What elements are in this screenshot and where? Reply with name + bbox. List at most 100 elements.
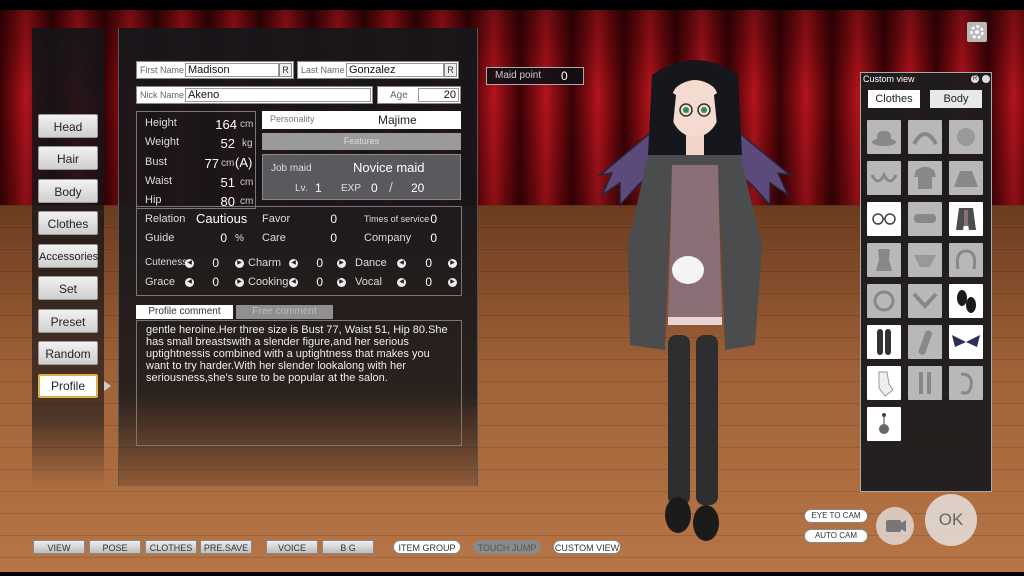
skill-dance-decrease-icon[interactable]: ◀ bbox=[397, 259, 406, 268]
skill-grace-decrease-icon[interactable]: ◀ bbox=[185, 278, 194, 287]
nav-body-button[interactable]: Body bbox=[38, 179, 98, 203]
maid-character-model[interactable] bbox=[590, 45, 800, 555]
nav-set-button[interactable]: Set bbox=[38, 276, 98, 300]
nav-clothes-button[interactable]: Clothes bbox=[38, 211, 98, 235]
skill-charm-decrease-icon[interactable]: ◀ bbox=[289, 259, 298, 268]
profile-comment-text: gentle heroine.Her three size is Bust 77… bbox=[136, 320, 462, 446]
pose-button[interactable]: POSE bbox=[89, 540, 141, 554]
hip-stat: Hip 80 cm bbox=[145, 194, 253, 209]
bg-button[interactable]: B G bbox=[322, 540, 374, 554]
nav-random-button[interactable]: Random bbox=[38, 341, 98, 365]
slot-collar[interactable] bbox=[908, 284, 942, 318]
slot-tights[interactable] bbox=[867, 325, 901, 359]
slot-gloves[interactable] bbox=[867, 366, 901, 400]
slot-glasses[interactable] bbox=[867, 202, 901, 236]
first-name-random-button[interactable]: R bbox=[279, 63, 292, 77]
touch-jump-button[interactable]: TOUCH JUMP bbox=[473, 540, 541, 554]
care-label: Care bbox=[262, 232, 286, 244]
skill-cooking-increase-icon[interactable]: ▶ bbox=[337, 278, 346, 287]
relation-label: Relation bbox=[145, 213, 186, 225]
skill-vocal-decrease-icon[interactable]: ◀ bbox=[397, 278, 406, 287]
skill-charm-value: 0 bbox=[316, 256, 323, 270]
clothes-toolbar-button[interactable]: CLOTHES bbox=[145, 540, 197, 554]
tab-body[interactable]: Body bbox=[930, 90, 982, 108]
eye-to-cam-button[interactable]: EYE TO CAM bbox=[804, 509, 868, 523]
nav-head-button[interactable]: Head bbox=[38, 114, 98, 138]
exp-value: 0 bbox=[371, 181, 378, 195]
bust-stat: Bust 77 cm (A) bbox=[145, 155, 252, 171]
weight-stat: Weight 52 kg bbox=[145, 136, 253, 151]
nick-name-input[interactable] bbox=[185, 88, 371, 102]
slot-eye-mask[interactable] bbox=[908, 202, 942, 236]
active-nav-arrow-icon bbox=[104, 381, 111, 391]
skill-vocal-increase-icon[interactable]: ▶ bbox=[448, 278, 457, 287]
age-input[interactable] bbox=[418, 88, 459, 102]
skill-charm-increase-icon[interactable]: ▶ bbox=[337, 259, 346, 268]
skill-cooking-decrease-icon[interactable]: ◀ bbox=[289, 278, 298, 287]
ok-button[interactable]: OK bbox=[925, 494, 977, 546]
voice-button[interactable]: VOICE bbox=[266, 540, 318, 554]
settings-gear-icon[interactable] bbox=[967, 22, 987, 42]
slot-shoes[interactable] bbox=[949, 284, 983, 318]
nav-accessories-button[interactable]: Accessories bbox=[38, 244, 98, 268]
job-maid-value: Novice maid bbox=[353, 160, 425, 175]
slot-swimsuit[interactable] bbox=[867, 243, 901, 277]
features-button[interactable]: Features bbox=[262, 133, 461, 150]
skill-dance-increase-icon[interactable]: ▶ bbox=[448, 259, 457, 268]
tab-clothes[interactable]: Clothes bbox=[868, 90, 920, 108]
slot-headband[interactable] bbox=[908, 120, 942, 154]
glasses-icon bbox=[872, 213, 896, 225]
age-label: Age bbox=[390, 90, 408, 101]
company-value: 0 bbox=[430, 231, 437, 245]
arm-accessory-icon bbox=[918, 330, 933, 355]
shoes-icon bbox=[957, 290, 976, 313]
presave-button[interactable]: PRE.SAVE bbox=[200, 540, 252, 554]
slot-arm-accessory[interactable] bbox=[908, 325, 942, 359]
category-nav-panel: Head Hair Body Clothes Accessories Set P… bbox=[32, 28, 104, 486]
screenshot-camera-button[interactable] bbox=[876, 507, 914, 545]
auto-cam-button[interactable]: AUTO CAM bbox=[804, 529, 868, 543]
last-name-random-button[interactable]: R bbox=[444, 63, 457, 77]
profile-panel: First Name R Last Name R Nick Name Age H… bbox=[118, 28, 478, 486]
nav-profile-button[interactable]: Profile bbox=[38, 374, 98, 398]
skill-cuteness-decrease-icon[interactable]: ◀ bbox=[185, 259, 194, 268]
skill-cuteness-value: 0 bbox=[212, 256, 219, 270]
nick-name-label: Nick Name bbox=[140, 90, 185, 100]
hip-label: Hip bbox=[145, 194, 162, 206]
last-name-input[interactable] bbox=[346, 63, 444, 77]
slot-belt[interactable] bbox=[908, 366, 942, 400]
slot-necklace[interactable] bbox=[867, 284, 901, 318]
personality-value: Majime bbox=[378, 113, 417, 127]
company-label: Company bbox=[364, 232, 412, 244]
slot-ears[interactable] bbox=[949, 243, 983, 277]
personality-selector[interactable]: Personality Majime bbox=[262, 111, 461, 129]
slot-hair-accessory[interactable] bbox=[949, 120, 983, 154]
slot-earring[interactable] bbox=[867, 407, 901, 441]
custom-view-close-icon[interactable] bbox=[982, 75, 990, 83]
slot-wings[interactable] bbox=[949, 325, 983, 359]
custom-view-reset-icon[interactable]: R bbox=[971, 75, 979, 83]
custom-view-button[interactable]: CUSTOM VIEW bbox=[553, 540, 621, 554]
slot-skirt[interactable] bbox=[949, 161, 983, 195]
waist-unit: cm bbox=[240, 177, 254, 188]
job-maid-label: Job maid bbox=[271, 163, 312, 174]
slot-tail[interactable] bbox=[949, 366, 983, 400]
slot-coat[interactable] bbox=[949, 202, 983, 236]
skill-cooking-value: 0 bbox=[316, 275, 323, 289]
skill-grace-increase-icon[interactable]: ▶ bbox=[235, 278, 244, 287]
view-button[interactable]: VIEW bbox=[33, 540, 85, 554]
slot-bra[interactable] bbox=[867, 161, 901, 195]
nav-preset-button[interactable]: Preset bbox=[38, 309, 98, 333]
slot-underwear[interactable] bbox=[908, 243, 942, 277]
tab-free-comment[interactable]: Free comment bbox=[236, 305, 333, 319]
skirt-icon bbox=[954, 171, 978, 187]
item-group-button[interactable]: ITEM GROUP bbox=[393, 540, 461, 554]
custom-view-title: Custom view bbox=[863, 74, 915, 84]
skill-cuteness-increase-icon[interactable]: ▶ bbox=[235, 259, 244, 268]
first-name-input[interactable] bbox=[185, 63, 279, 77]
first-name-field: First Name R bbox=[136, 61, 294, 79]
tab-profile-comment[interactable]: Profile comment bbox=[136, 305, 233, 319]
nav-hair-button[interactable]: Hair bbox=[38, 146, 98, 170]
slot-hat[interactable] bbox=[867, 120, 901, 154]
slot-top[interactable] bbox=[908, 161, 942, 195]
